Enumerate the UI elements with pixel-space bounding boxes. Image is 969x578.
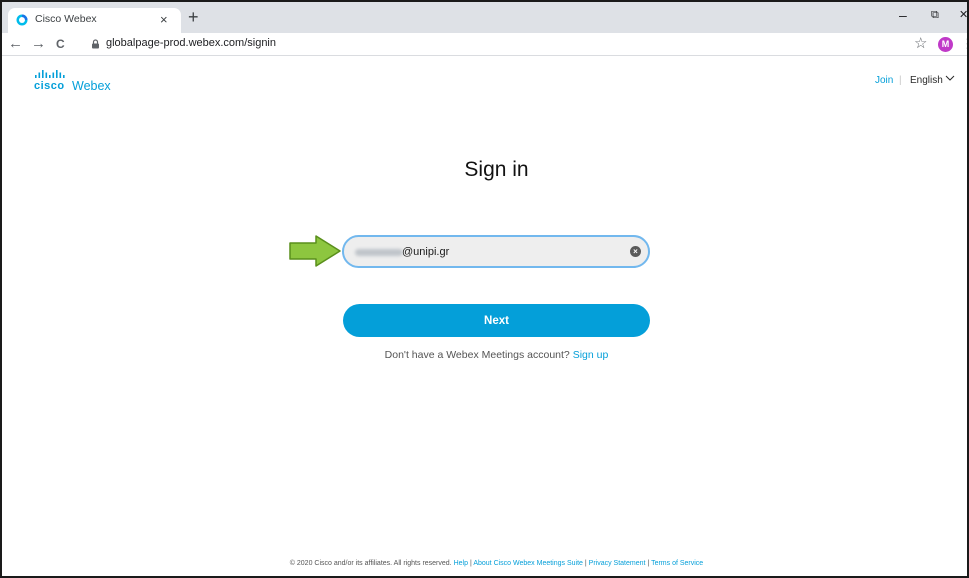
logo-cisco-text: cisco bbox=[34, 80, 65, 92]
url-text: globalpage-prod.webex.com/signin bbox=[106, 37, 276, 49]
lock-icon bbox=[92, 39, 99, 49]
chevron-down-icon[interactable] bbox=[945, 74, 955, 82]
profile-avatar[interactable]: M bbox=[938, 37, 953, 52]
green-arrow-annotation bbox=[289, 235, 341, 267]
redacted-username bbox=[355, 249, 403, 256]
browser-menu-icon[interactable]: ⋮ bbox=[961, 36, 967, 52]
no-account-text: Don't have a Webex Meetings account? bbox=[384, 349, 570, 361]
header-separator: | bbox=[899, 75, 902, 86]
browser-window: Cisco Webex × + – ⧉ ✕ ← → C globalpage-p… bbox=[0, 0, 969, 578]
forward-icon[interactable]: → bbox=[31, 35, 46, 53]
footer-link-terms[interactable]: Terms of Service bbox=[651, 560, 703, 567]
signup-link[interactable]: Sign up bbox=[573, 349, 609, 361]
reload-icon[interactable]: C bbox=[56, 35, 65, 53]
footer-link-privacy[interactable]: Privacy Statement bbox=[589, 560, 646, 567]
close-window-icon[interactable]: ✕ bbox=[959, 7, 967, 23]
footer-link-help[interactable]: Help bbox=[454, 560, 468, 567]
email-field[interactable]: × bbox=[342, 235, 650, 268]
restore-icon[interactable]: ⧉ bbox=[931, 7, 939, 23]
next-button[interactable]: Next bbox=[343, 304, 650, 337]
logo-webex-text: Webex bbox=[72, 79, 111, 93]
minimize-icon[interactable]: – bbox=[899, 7, 907, 23]
back-icon[interactable]: ← bbox=[8, 35, 23, 53]
cisco-webex-logo: cisco Webex bbox=[34, 70, 124, 96]
tab-title: Cisco Webex bbox=[35, 13, 97, 25]
footer: © 2020 Cisco and/or its affiliates. All … bbox=[289, 560, 704, 567]
bookmark-star-icon[interactable]: ☆ bbox=[914, 35, 927, 53]
clear-input-icon[interactable]: × bbox=[630, 246, 641, 257]
page-title: Sign in bbox=[464, 158, 529, 181]
language-selector[interactable]: English bbox=[910, 75, 943, 86]
signup-prompt: Don't have a Webex Meetings account? Sig… bbox=[2, 349, 967, 361]
email-input[interactable] bbox=[402, 243, 602, 261]
cisco-bars-icon bbox=[35, 70, 65, 78]
tab-strip: Cisco Webex × + – ⧉ ✕ bbox=[2, 2, 967, 33]
footer-copyright: © 2020 Cisco and/or its affiliates. All … bbox=[289, 560, 452, 567]
new-tab-button[interactable]: + bbox=[188, 8, 199, 26]
browser-toolbar: ← → C globalpage-prod.webex.com/signin ☆… bbox=[2, 33, 967, 56]
webex-favicon-icon bbox=[16, 14, 28, 26]
join-link[interactable]: Join bbox=[875, 75, 893, 86]
footer-link-about[interactable]: About Cisco Webex Meetings Suite bbox=[473, 560, 583, 567]
tab-cisco-webex[interactable]: Cisco Webex × bbox=[8, 8, 181, 33]
address-bar[interactable]: globalpage-prod.webex.com/signin bbox=[82, 34, 922, 54]
tab-close-icon[interactable]: × bbox=[160, 12, 168, 28]
